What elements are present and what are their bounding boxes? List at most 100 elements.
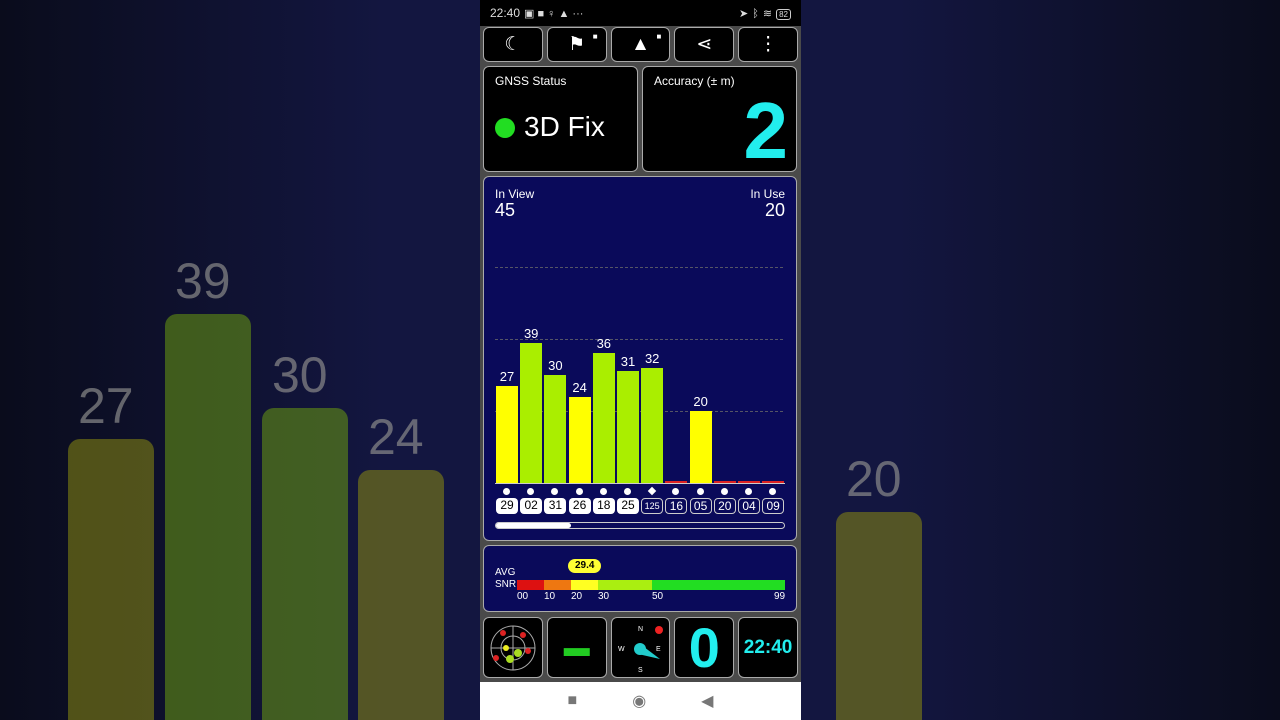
background-bar xyxy=(262,408,348,720)
gnss-status-card: GNSS Status 3D Fix xyxy=(483,66,638,172)
constellation-icon xyxy=(599,488,607,495)
bar-value-label: 27 xyxy=(499,368,515,384)
wifi-icon: ≋ xyxy=(762,8,773,20)
snr-bar xyxy=(713,481,736,483)
satellite-id-chip[interactable]: 18 xyxy=(592,498,615,514)
svg-text:W: W xyxy=(618,646,625,653)
bar-value-label: 39 xyxy=(523,325,539,341)
status-bar: 22:40 ▣ ■ ♀ ▲ ··· ➤ ᛒ ≋ 82 xyxy=(480,0,801,26)
in-use-label: In Use xyxy=(750,187,785,201)
snr-bar xyxy=(592,353,615,483)
satellite-id-chip[interactable]: 02 xyxy=(520,498,543,514)
snr-scale-bar xyxy=(517,580,785,590)
constellation-icon xyxy=(624,488,631,495)
more-button[interactable]: ⋮ xyxy=(738,27,798,62)
snr-bar xyxy=(665,481,688,483)
person-flag-button[interactable]: ⚑ ■ xyxy=(546,27,607,62)
snr-bar xyxy=(617,371,639,483)
snr-tick-label: 99 xyxy=(774,591,786,602)
snr-bar xyxy=(762,481,785,483)
in-view-value: 45 xyxy=(495,200,516,220)
satellite-id-chip[interactable]: 05 xyxy=(689,498,712,514)
gnss-status-value: 3D Fix xyxy=(524,111,605,142)
background-bar-label: 27 xyxy=(78,378,134,435)
bluetooth-icon: ᛒ xyxy=(752,8,759,20)
share-button[interactable]: ⋖ xyxy=(674,27,735,62)
lock-icon: ■ xyxy=(592,32,598,41)
sky-plot-icon xyxy=(490,625,536,670)
background-bar xyxy=(358,470,444,720)
snr-tick-label: 10 xyxy=(544,591,556,602)
world-map-button[interactable]: ▬ xyxy=(546,617,607,678)
svg-text:E: E xyxy=(656,646,661,653)
svg-text:S: S xyxy=(638,667,643,674)
compass-icon: N S W E xyxy=(618,625,664,674)
constellation-icon xyxy=(745,488,752,495)
notification-icons: ▣ ■ ♀ ▲ ··· xyxy=(524,8,584,20)
background-bar-label: 20 xyxy=(846,451,902,507)
satellite-id-chip[interactable]: 16 xyxy=(665,498,688,514)
satellite-id-chip[interactable]: 04 xyxy=(738,498,760,514)
clock-display[interactable]: 22:40 xyxy=(738,617,798,678)
fix-indicator-icon xyxy=(495,118,515,138)
satellite-id-chip[interactable]: 31 xyxy=(544,498,567,514)
in-use-value: 20 xyxy=(764,200,785,220)
location-icon: ➤ xyxy=(739,8,749,20)
bar-value-label: 24 xyxy=(572,379,587,395)
background-bar-label: 24 xyxy=(368,409,424,466)
satellite-id-chip[interactable]: 26 xyxy=(568,498,591,514)
background-bar xyxy=(165,314,251,720)
sky-view-button[interactable] xyxy=(483,617,543,678)
more-vert-icon: ⋮ xyxy=(758,34,778,55)
chart-scrollbar[interactable] xyxy=(495,522,785,529)
satellite-id-chip[interactable]: 25 xyxy=(617,498,639,514)
bar-value-label: 30 xyxy=(548,358,563,373)
accuracy-value: 2 xyxy=(743,86,789,175)
snr-tick-label: 20 xyxy=(571,591,583,602)
avg-label: AVG xyxy=(495,567,516,578)
gridline xyxy=(495,267,783,268)
share-icon: ⋖ xyxy=(696,34,713,55)
count-display[interactable]: 0 xyxy=(674,616,735,679)
recents-button[interactable]: ■ xyxy=(568,692,578,710)
snr-bar xyxy=(641,367,664,483)
satellite-id-chip[interactable]: 09 xyxy=(762,498,785,514)
snr-bar xyxy=(568,396,591,483)
avg-snr-marker: 29.4 xyxy=(568,559,602,573)
satellite-id-chip[interactable]: 29 xyxy=(496,498,518,514)
snr-tick-label: 00 xyxy=(517,591,529,602)
constellation-icon xyxy=(575,488,583,495)
snr-tick-label: 50 xyxy=(652,591,664,602)
in-view-label: In View xyxy=(495,187,535,201)
android-nav-bar: ■ ◉ ◀ xyxy=(480,682,801,720)
svg-text:N: N xyxy=(638,626,643,633)
bar-value-label: 36 xyxy=(596,336,612,352)
lock-icon: ■ xyxy=(656,32,662,41)
chart-baseline xyxy=(495,483,785,484)
background-bar xyxy=(836,512,922,720)
background-bar xyxy=(68,439,154,720)
night-mode-button[interactable]: ☾ xyxy=(483,27,543,62)
compass-button[interactable]: N S W E xyxy=(610,617,671,678)
satellite-id-chip[interactable]: 20 xyxy=(713,498,736,514)
bar-value-label: 20 xyxy=(693,394,708,409)
scrollbar-thumb[interactable] xyxy=(496,523,571,528)
status-time: 22:40 xyxy=(490,6,521,20)
moon-icon: ☾ xyxy=(504,34,522,55)
home-button[interactable]: ◉ xyxy=(632,691,646,711)
constellation-icon xyxy=(720,488,728,495)
background-bar-label: 39 xyxy=(175,253,231,310)
world-map-icon: ▬ xyxy=(563,632,590,662)
avg-snr-card xyxy=(483,545,797,612)
snr-bar xyxy=(544,375,567,483)
battery-icon: 82 xyxy=(776,9,791,20)
constellation-icon xyxy=(503,488,510,495)
navigation-button[interactable]: ▲ ■ xyxy=(610,27,671,62)
snr-bar xyxy=(496,385,518,483)
satellite-id-chip[interactable]: 125 xyxy=(641,498,664,514)
constellation-icon xyxy=(696,488,704,495)
snr-bar xyxy=(738,481,760,483)
navigation-arrow-icon: ▲ xyxy=(631,33,650,55)
back-button[interactable]: ◀ xyxy=(701,691,713,711)
snr-tick-label: 30 xyxy=(598,591,610,602)
